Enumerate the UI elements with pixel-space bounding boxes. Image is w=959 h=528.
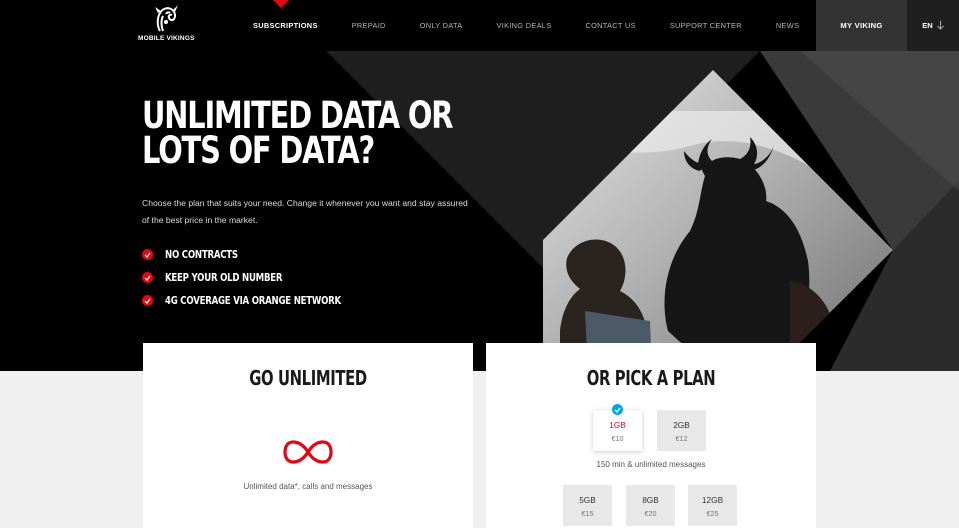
logo[interactable]: MOBILE VIKINGS <box>138 4 194 48</box>
infinity-icon <box>283 440 333 464</box>
plan-size: 5GB <box>579 495 596 505</box>
plan-option-1gb[interactable]: 1GB €10 <box>593 404 642 451</box>
benefit-text: 4G COVERAGE VIA ORANGE NETWORK <box>165 294 341 307</box>
nav-subscriptions[interactable]: SUBSCRIPTIONS <box>253 21 318 30</box>
plan-price: €10 <box>611 434 624 443</box>
arrow-down-icon <box>936 21 944 30</box>
plan-size: 1GB <box>609 420 626 430</box>
plan-option-5gb[interactable]: 5GB €15 <box>563 485 612 526</box>
benefit-item: KEEP YOUR OLD NUMBER <box>142 266 391 289</box>
hero-title-line2: LOTS OF DATA? <box>142 129 375 172</box>
plan-price: €15 <box>581 509 594 518</box>
plan-price: €12 <box>675 434 688 443</box>
hero-title: UNLIMITED DATA OR LOTS OF DATA? <box>142 94 454 172</box>
unlimited-card-title: GO UNLIMITED <box>249 366 367 390</box>
benefit-text: KEEP YOUR OLD NUMBER <box>165 271 283 284</box>
plan-note: 150 min & unlimited messages <box>596 460 706 469</box>
my-viking-button[interactable]: MY VIKING <box>816 0 907 51</box>
nav-viking-deals[interactable]: VIKING DEALS <box>497 21 552 30</box>
nav-news[interactable]: NEWS <box>776 21 799 30</box>
page: MOBILE VIKINGS SUBSCRIPTIONS PREPAID ONL… <box>0 0 959 528</box>
viking-helmet-logo-icon <box>155 5 178 32</box>
benefit-item: NO CONTRACTS <box>142 243 391 266</box>
plan-size: 2GB <box>673 420 690 430</box>
nav-support-center[interactable]: SUPPORT CENTER <box>670 21 742 30</box>
unlimited-description: Unlimited data*, calls and messages <box>243 482 373 491</box>
plan-price: €20 <box>644 509 657 518</box>
plan-price: €25 <box>706 509 719 518</box>
header: MOBILE VIKINGS SUBSCRIPTIONS PREPAID ONL… <box>0 0 959 51</box>
plan-card-title: OR PICK A PLAN <box>586 366 716 390</box>
unlimited-card[interactable]: GO UNLIMITED Unlimited data*, calls and … <box>143 343 473 528</box>
language-selector[interactable]: EN <box>907 0 959 51</box>
selected-check-icon <box>612 404 623 415</box>
plan-option-8gb[interactable]: 8GB €20 <box>626 485 675 526</box>
benefit-list: NO CONTRACTS KEEP YOUR OLD NUMBER 4G COV… <box>142 243 391 312</box>
nav-contact-us[interactable]: CONTACT US <box>585 21 635 30</box>
check-icon <box>142 272 153 283</box>
hero-section: UNLIMITED DATA OR LOTS OF DATA? Choose t… <box>0 51 959 371</box>
benefit-item: 4G COVERAGE VIA ORANGE NETWORK <box>142 289 391 312</box>
hero-title-line1: UNLIMITED DATA OR <box>142 94 454 137</box>
main-nav: SUBSCRIPTIONS PREPAID ONLY DATA VIKING D… <box>253 0 833 51</box>
language-label: EN <box>922 21 933 30</box>
check-icon <box>142 249 153 260</box>
logo-text: MOBILE VIKINGS <box>138 35 195 42</box>
plan-card: OR PICK A PLAN 1GB €10 2GB €12 150 min &… <box>486 343 816 528</box>
plan-option-12gb[interactable]: 12GB €25 <box>688 485 737 526</box>
benefit-text: NO CONTRACTS <box>165 248 238 261</box>
hero-description: Choose the plan that suits your need. Ch… <box>142 198 468 225</box>
nav-prepaid[interactable]: PREPAID <box>352 21 386 30</box>
plan-size: 12GB <box>701 495 724 505</box>
nav-only-data[interactable]: ONLY DATA <box>420 21 463 30</box>
plan-size: 8GB <box>642 495 659 505</box>
plan-option-2gb[interactable]: 2GB €12 <box>657 410 706 451</box>
check-icon <box>142 295 153 306</box>
